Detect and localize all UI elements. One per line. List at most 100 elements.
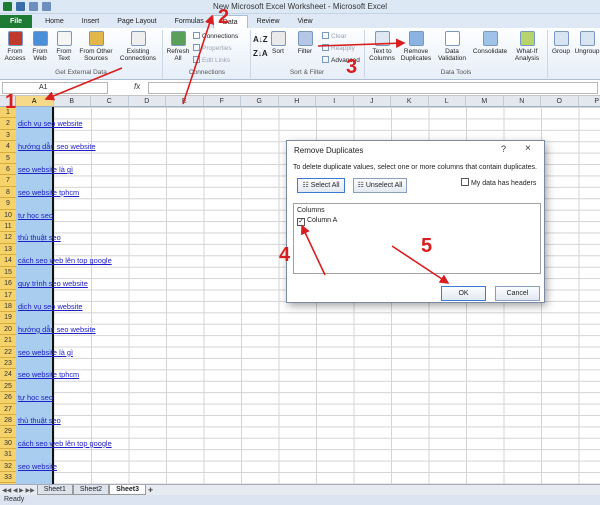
cell[interactable] [16, 472, 216, 483]
cell-link-text[interactable]: seo website [18, 462, 57, 471]
formula-input[interactable] [148, 82, 598, 94]
column-header-d[interactable]: D [129, 96, 166, 106]
select-all-button[interactable]: ☷ Select All [297, 178, 345, 193]
from-access-button[interactable]: From Access [3, 31, 27, 62]
tab-page-layout[interactable]: Page Layout [108, 15, 165, 28]
what-if-analysis-button[interactable]: What-If Analysis [511, 31, 543, 62]
cell[interactable]: dịch vụ seo website [16, 301, 216, 312]
ungroup-button[interactable]: Ungroup [574, 31, 600, 55]
tab-insert[interactable]: Insert [73, 15, 109, 28]
row-header[interactable]: 8 [0, 187, 16, 199]
row-header[interactable]: 33 [0, 472, 16, 484]
properties-button[interactable]: Properties [193, 44, 232, 53]
cell[interactable]: seo website tphcm [16, 187, 216, 198]
row-header[interactable]: 18 [0, 301, 16, 313]
row-header[interactable]: 12 [0, 232, 16, 244]
tab-review[interactable]: Review [248, 15, 289, 28]
existing-connections-button[interactable]: Existing Connections [118, 31, 158, 62]
cell-link-text[interactable]: hướng dẫn seo website [18, 142, 96, 151]
column-header-m[interactable]: M [466, 96, 504, 106]
column-header-c[interactable]: C [91, 96, 129, 106]
row-header[interactable]: 2 [0, 118, 16, 130]
cell-link-text[interactable]: seo website là gì [18, 165, 73, 174]
column-header-e[interactable]: E [166, 96, 204, 106]
insert-function-icon[interactable]: fx [134, 82, 140, 91]
sheet-tab-3[interactable]: Sheet3 [109, 485, 147, 495]
row-header[interactable]: 14 [0, 255, 16, 267]
row-header[interactable]: 27 [0, 404, 16, 415]
close-icon[interactable]: × [525, 143, 531, 154]
cell[interactable] [16, 358, 216, 369]
ok-button[interactable]: OK [441, 286, 486, 301]
cell[interactable]: tự học seo [16, 392, 216, 403]
sheet-nav-icon[interactable]: ◀◀ ◀ ▶ ▶▶ [2, 487, 35, 494]
consolidate-button[interactable]: Consolidate [471, 31, 509, 55]
cell-link-text[interactable]: cách seo web lên top google [18, 256, 112, 265]
cell[interactable]: seo website tphcm [16, 369, 216, 380]
cell[interactable] [16, 449, 216, 460]
row-header[interactable]: 30 [0, 438, 16, 450]
column-header-n[interactable]: N [504, 96, 541, 106]
data-validation-button[interactable]: Data Validation [436, 31, 468, 62]
sort-za-icon[interactable]: Z↓A [253, 50, 268, 58]
cell[interactable] [16, 130, 216, 141]
row-header[interactable]: 19 [0, 312, 16, 324]
tab-file[interactable]: File [0, 15, 33, 28]
cell-link-text[interactable]: hướng dẫn seo website [18, 325, 96, 334]
cell[interactable] [16, 335, 216, 346]
row-header[interactable]: 31 [0, 449, 16, 461]
new-sheet-icon[interactable]: ✚ [148, 487, 153, 494]
help-icon[interactable]: ? [501, 144, 506, 154]
from-web-button[interactable]: From Web [28, 31, 52, 62]
cell[interactable]: hướng dẫn seo website [16, 141, 216, 152]
has-headers-option[interactable]: My data has headers [461, 178, 536, 187]
cell-link-text[interactable]: thủ thuật seo [18, 233, 61, 242]
row-header[interactable]: 15 [0, 267, 16, 279]
cell[interactable]: cách seo web lên top google [16, 438, 216, 449]
cell[interactable] [16, 404, 216, 415]
connections-button[interactable]: Connections [193, 32, 238, 41]
cell-link-text[interactable]: seo website tphcm [18, 188, 79, 197]
tab-home[interactable]: Home [36, 15, 73, 28]
cancel-button[interactable]: Cancel [495, 286, 540, 301]
cell[interactable]: seo website là gì [16, 164, 216, 175]
cell-link-text[interactable]: quy trình seo website [18, 279, 88, 288]
sheet-tab-1[interactable]: Sheet1 [36, 485, 73, 495]
cell-link-text[interactable]: cách seo web lên top google [18, 439, 112, 448]
row-header[interactable]: 3 [0, 130, 16, 142]
cell[interactable]: dịch vụ seo website [16, 118, 216, 129]
sort-az-icon[interactable]: A↓Z [253, 36, 268, 44]
name-box[interactable]: A1 [2, 82, 108, 94]
column-header-g[interactable]: G [241, 96, 279, 106]
text-to-columns-button[interactable]: Text to Columns [366, 31, 398, 62]
cell-link-text[interactable]: tự học seo [18, 393, 53, 402]
column-header-k[interactable]: K [391, 96, 429, 106]
edit-links-button[interactable]: Edit Links [193, 56, 230, 65]
row-header[interactable]: 9 [0, 198, 16, 210]
cell[interactable] [16, 175, 216, 186]
row-header[interactable]: 24 [0, 369, 16, 381]
cell[interactable]: seo website [16, 461, 216, 472]
row-header[interactable]: 17 [0, 290, 16, 301]
column-header-h[interactable]: H [279, 96, 316, 106]
cell[interactable] [16, 312, 216, 323]
sort-button[interactable]: Sort [268, 31, 288, 55]
row-header[interactable]: 23 [0, 358, 16, 370]
column-a-checkbox[interactable]: ✓ [297, 218, 305, 226]
cell[interactable] [16, 153, 216, 164]
row-header[interactable]: 16 [0, 278, 16, 290]
row-header[interactable]: 6 [0, 164, 16, 176]
column-header-f[interactable]: F [204, 96, 241, 106]
filter-button[interactable]: Filter [294, 31, 316, 55]
row-header[interactable]: 22 [0, 347, 16, 358]
cell[interactable] [16, 290, 216, 301]
cell[interactable]: tự học seo [16, 210, 216, 221]
unselect-all-button[interactable]: ☷ Unselect All [353, 178, 407, 193]
from-text-button[interactable]: From Text [53, 31, 75, 62]
has-headers-checkbox[interactable] [461, 178, 469, 186]
column-header-i[interactable]: I [316, 96, 354, 106]
remove-duplicates-button[interactable]: Remove Duplicates [399, 31, 433, 62]
cell[interactable]: thủ thuật seo [16, 232, 216, 243]
row-header[interactable]: 11 [0, 221, 16, 233]
row-header[interactable]: 5 [0, 153, 16, 165]
